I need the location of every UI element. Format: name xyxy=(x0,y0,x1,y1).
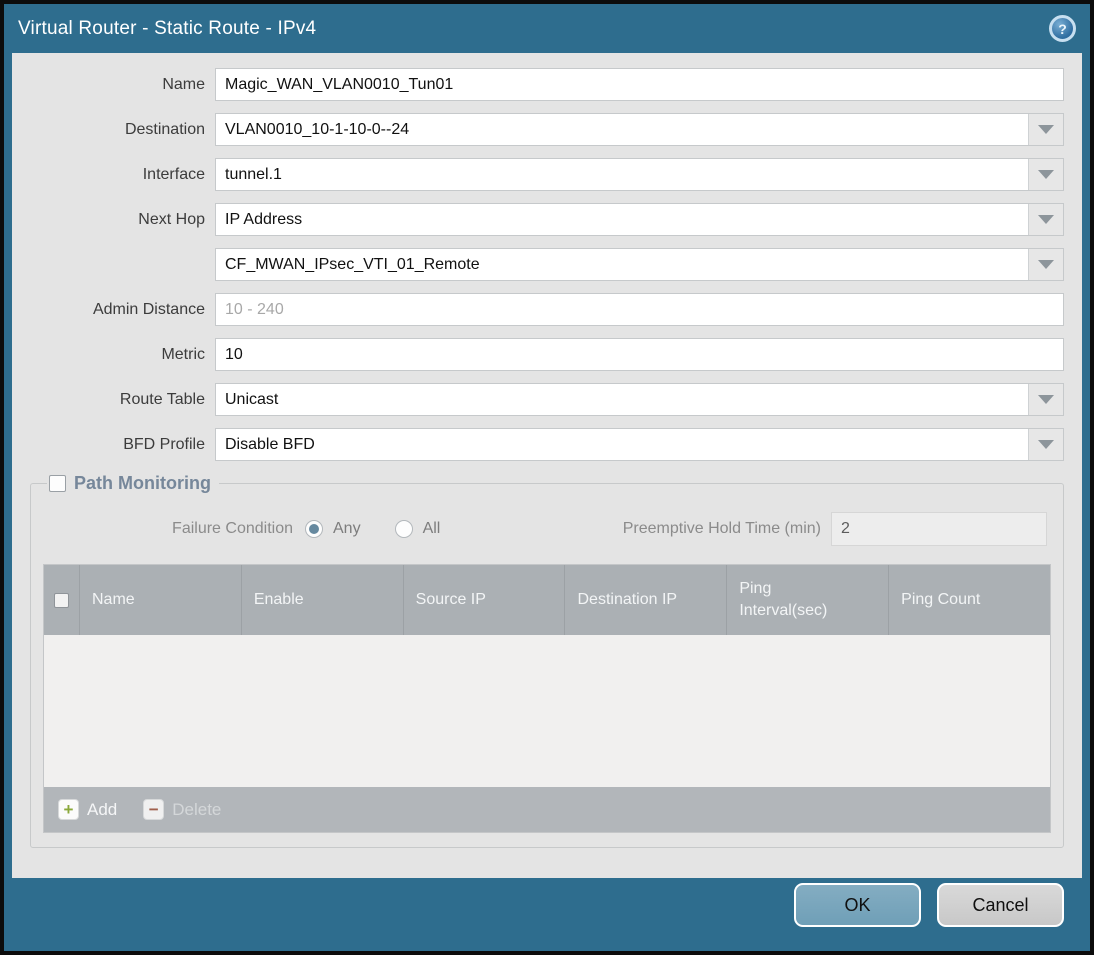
destination-field xyxy=(215,113,1064,146)
table-header-checkbox-cell xyxy=(44,565,80,635)
form-row-destination: Destination xyxy=(30,113,1064,146)
table-header-ping-count[interactable]: Ping Count xyxy=(889,565,1050,635)
delete-button-label: Delete xyxy=(172,799,222,819)
radio-option-any[interactable]: Any xyxy=(305,520,361,538)
radio-any-label: Any xyxy=(333,520,361,537)
table-body-empty[interactable] xyxy=(44,635,1050,787)
help-icon[interactable]: ? xyxy=(1049,15,1076,42)
admin-distance-label: Admin Distance xyxy=(92,300,205,318)
cancel-button[interactable]: Cancel xyxy=(937,883,1064,927)
interface-label: Interface xyxy=(142,165,205,183)
route-table-field xyxy=(215,383,1064,416)
static-route-dialog: Virtual Router - Static Route - IPv4 ? N… xyxy=(0,0,1094,955)
next-hop-address-input[interactable] xyxy=(216,249,1028,280)
bfd-profile-field xyxy=(215,428,1064,461)
path-monitoring-table: Name Enable Source IP Destination IP Pin… xyxy=(43,564,1051,833)
destination-dropdown-trigger[interactable] xyxy=(1028,114,1063,145)
preemptive-hold-time-label: Preemptive Hold Time (min) xyxy=(622,520,821,537)
next-hop-address-dropdown-trigger[interactable] xyxy=(1028,249,1063,280)
chevron-down-icon xyxy=(1038,170,1054,179)
path-monitoring-legend: Path Monitoring xyxy=(47,473,219,494)
bfd-profile-dropdown-trigger[interactable] xyxy=(1028,429,1063,460)
destination-input[interactable] xyxy=(216,114,1028,145)
path-monitoring-checkbox[interactable] xyxy=(49,475,66,492)
table-header-name[interactable]: Name xyxy=(80,565,242,635)
form-row-route-table: Route Table xyxy=(30,383,1064,416)
dialog-footer: OK Cancel xyxy=(4,878,1090,951)
dialog-title: Virtual Router - Static Route - IPv4 xyxy=(18,17,317,39)
chevron-down-icon xyxy=(1038,125,1054,134)
form-row-admin-distance: Admin Distance xyxy=(30,293,1064,326)
ok-button[interactable]: OK xyxy=(794,883,921,927)
admin-distance-input[interactable] xyxy=(216,294,1063,325)
next-hop-address-field xyxy=(215,248,1064,281)
form-row-name: Name xyxy=(30,68,1064,101)
metric-label: Metric xyxy=(161,345,205,363)
name-field xyxy=(215,68,1064,101)
form-row-interface: Interface xyxy=(30,158,1064,191)
chevron-down-icon xyxy=(1038,440,1054,449)
metric-input[interactable] xyxy=(216,339,1063,370)
delete-button[interactable]: − Delete xyxy=(143,799,221,820)
radio-option-all[interactable]: All xyxy=(394,520,441,538)
table-header-source-ip[interactable]: Source IP xyxy=(404,565,566,635)
name-input[interactable] xyxy=(216,69,1063,100)
add-button[interactable]: + Add xyxy=(58,799,117,820)
form-row-next-hop-address xyxy=(30,248,1064,281)
route-table-label: Route Table xyxy=(119,390,205,408)
table-footer-toolbar: + Add − Delete xyxy=(44,787,1050,832)
table-header-destination-ip[interactable]: Destination IP xyxy=(565,565,728,635)
dialog-titlebar: Virtual Router - Static Route - IPv4 ? xyxy=(4,4,1090,53)
table-header-ping-interval[interactable]: Ping Interval(sec) xyxy=(727,565,890,635)
radio-any-icon[interactable] xyxy=(305,520,323,538)
table-header-enable[interactable]: Enable xyxy=(242,565,404,635)
name-label: Name xyxy=(162,75,205,93)
metric-field xyxy=(215,338,1064,371)
preemptive-hold-time-input[interactable] xyxy=(831,512,1047,546)
radio-all-label: All xyxy=(422,520,441,537)
chevron-down-icon xyxy=(1038,215,1054,224)
radio-all-icon[interactable] xyxy=(394,520,413,538)
path-monitoring-section: Path Monitoring Failure Condition Any Al… xyxy=(30,473,1064,848)
chevron-down-icon xyxy=(1038,395,1054,404)
next-hop-dropdown-trigger[interactable] xyxy=(1028,204,1063,235)
dialog-content: Name Destination Interface Next Hop xyxy=(12,53,1082,878)
destination-label: Destination xyxy=(124,120,205,138)
plus-icon: + xyxy=(58,799,79,820)
admin-distance-field xyxy=(215,293,1064,326)
route-table-input[interactable] xyxy=(216,384,1028,415)
bfd-profile-label: BFD Profile xyxy=(123,435,205,453)
failure-condition-radio-group: Any All xyxy=(305,520,440,538)
next-hop-type-input[interactable] xyxy=(216,204,1028,235)
table-header-row: Name Enable Source IP Destination IP Pin… xyxy=(44,565,1050,635)
failure-condition-label: Failure Condition xyxy=(172,520,293,537)
route-table-dropdown-trigger[interactable] xyxy=(1028,384,1063,415)
preemptive-hold-time-group: Preemptive Hold Time (min) xyxy=(623,512,1047,546)
chevron-down-icon xyxy=(1038,260,1054,269)
next-hop-label: Next Hop xyxy=(138,210,205,228)
form-row-next-hop: Next Hop xyxy=(30,203,1064,236)
interface-dropdown-trigger[interactable] xyxy=(1028,159,1063,190)
minus-icon: − xyxy=(143,799,165,820)
form-row-bfd-profile: BFD Profile xyxy=(30,428,1064,461)
path-monitoring-title: Path Monitoring xyxy=(74,473,211,493)
interface-input[interactable] xyxy=(216,159,1028,190)
interface-field xyxy=(215,158,1064,191)
next-hop-type-field xyxy=(215,203,1064,236)
form-row-metric: Metric xyxy=(30,338,1064,371)
add-button-label: Add xyxy=(87,799,118,819)
failure-condition-row: Failure Condition Any All Preemptive Hol… xyxy=(47,512,1047,546)
bfd-profile-input[interactable] xyxy=(216,429,1028,460)
select-all-checkbox[interactable] xyxy=(54,592,69,608)
